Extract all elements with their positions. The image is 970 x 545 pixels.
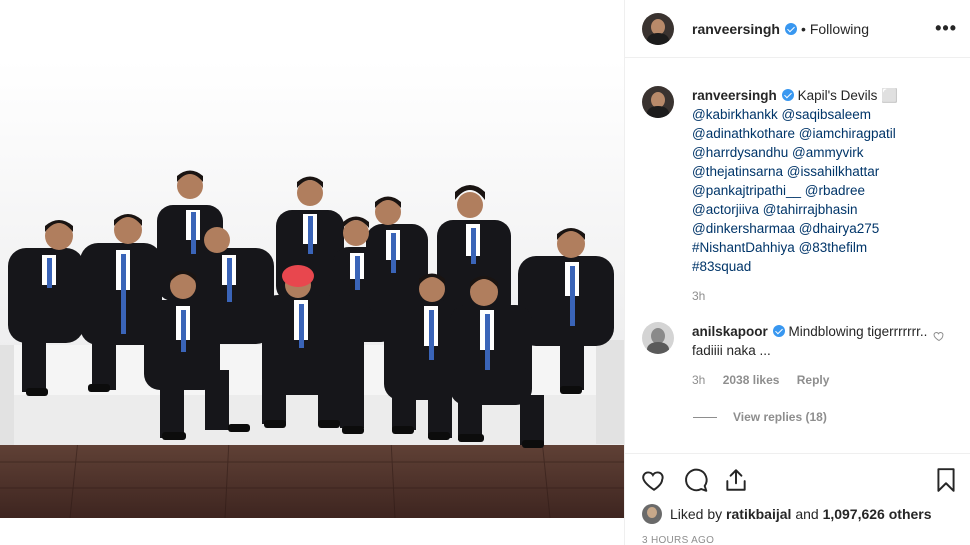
- comment-likes[interactable]: 2038 likes: [723, 373, 780, 387]
- post-timestamp: 3 HOURS AGO: [642, 535, 715, 545]
- mention-link[interactable]: @83thefilm: [799, 240, 867, 255]
- likes-connector: and: [795, 506, 819, 522]
- verified-badge-icon: [781, 89, 794, 101]
- liker-username[interactable]: ratikbaijal: [726, 506, 791, 522]
- hashtag-link[interactable]: #83squad: [692, 259, 751, 274]
- liker-avatar[interactable]: [642, 504, 662, 524]
- verified-badge-icon: [784, 22, 797, 35]
- likes-summary: Liked by ratikbaijal and 1,097,626 other…: [642, 504, 932, 524]
- author-username[interactable]: ranveersingh: [692, 21, 780, 37]
- author-avatar[interactable]: [642, 12, 674, 45]
- mention-link[interactable]: @iamchiragpatil: [799, 126, 896, 141]
- group-photo-image: [0, 0, 624, 545]
- post-side-panel: ranveersingh • Following ••• ranveersing…: [624, 0, 970, 545]
- caption-meta: 3h: [692, 287, 952, 306]
- comment-time: 3h: [692, 373, 706, 387]
- liked-by-prefix: Liked by: [670, 506, 723, 522]
- bookmark-icon[interactable]: [933, 467, 959, 493]
- mention-link[interactable]: @issahilkhattar: [787, 164, 880, 179]
- mention-link[interactable]: @actorjiiva: [692, 202, 759, 217]
- mention-link[interactable]: @adinathkothare: [692, 126, 795, 141]
- comments-section: ranveersingh Kapil's Devils ⬜ @kabirkhan…: [625, 86, 970, 424]
- mention-link[interactable]: @dhairya275: [799, 221, 880, 236]
- replies-divider-line: [693, 416, 717, 418]
- caption-time: 3h: [692, 289, 706, 303]
- mention-link[interactable]: @harrdysandhu: [692, 145, 788, 160]
- more-options-icon[interactable]: •••: [935, 18, 957, 39]
- comment-icon[interactable]: [683, 467, 709, 493]
- post-actions-bar: Liked by ratikbaijal and 1,097,626 other…: [625, 453, 970, 545]
- view-replies-label: View replies (18): [733, 410, 827, 424]
- caption-author-avatar[interactable]: [642, 86, 674, 118]
- comment-like-heart-icon[interactable]: [933, 330, 945, 342]
- post-header: ranveersingh • Following •••: [625, 0, 970, 58]
- commenter-avatar[interactable]: [642, 322, 674, 354]
- comment-meta: 3h 2038 likes Reply: [692, 371, 952, 390]
- mention-link[interactable]: @thejatinsarna: [692, 164, 783, 179]
- separator-dot: •: [800, 20, 806, 37]
- mention-link[interactable]: @ammyvirk: [792, 145, 863, 160]
- mention-link[interactable]: @pankajtripathi__: [692, 183, 801, 198]
- caption-row: ranveersingh Kapil's Devils ⬜ @kabirkhan…: [625, 86, 970, 306]
- mention-link[interactable]: @dinkersharmaa: [692, 221, 795, 236]
- reply-button[interactable]: Reply: [797, 373, 830, 387]
- mention-link[interactable]: @kabirkhankk: [692, 107, 778, 122]
- commenter-username[interactable]: anilskapoor: [692, 324, 768, 339]
- caption-emoji-icon: ⬜: [881, 88, 898, 103]
- caption-username[interactable]: ranveersingh: [692, 88, 777, 103]
- mention-link[interactable]: @rbadree: [805, 183, 865, 198]
- comment-body: anilskapoor Mindblowing tigerrrrrrr.. fa…: [692, 322, 952, 390]
- hashtag-link[interactable]: #NishantDahhiya: [692, 240, 795, 255]
- share-icon[interactable]: [723, 467, 749, 493]
- caption-title: Kapil's Devils: [797, 88, 878, 103]
- verified-badge-icon: [772, 325, 785, 337]
- caption-body: ranveersingh Kapil's Devils ⬜ @kabirkhan…: [692, 86, 952, 306]
- likes-count[interactable]: 1,097,626 others: [823, 506, 932, 522]
- mention-link[interactable]: @tahirrajbhasin: [763, 202, 858, 217]
- following-button[interactable]: Following: [810, 21, 869, 37]
- heart-icon[interactable]: [641, 467, 667, 493]
- comment-row: anilskapoor Mindblowing tigerrrrrrr.. fa…: [625, 322, 970, 390]
- mention-link[interactable]: @saqibsaleem: [782, 107, 872, 122]
- view-replies-button[interactable]: View replies (18): [693, 410, 970, 424]
- post-photo[interactable]: [0, 0, 624, 545]
